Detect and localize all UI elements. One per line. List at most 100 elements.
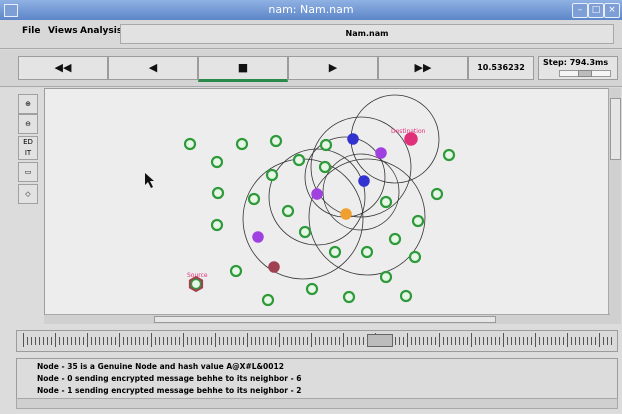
network-node[interactable] [268,261,280,273]
step-control: Step: 794.3ms [538,56,618,80]
timeline-tick [543,337,544,345]
network-node[interactable] [235,137,249,151]
filename-display: Nam.nam [120,24,614,44]
network-node[interactable] [269,134,283,148]
network-node[interactable] [292,153,306,167]
log-line: Node - 1 sending encrypted message behhe… [37,386,302,395]
step-slider-thumb[interactable] [578,70,592,77]
timeline-tick [431,337,432,345]
timeline-tick [163,337,164,345]
vertical-scroll-thumb[interactable] [610,98,621,160]
network-node[interactable] [399,289,413,303]
network-node[interactable] [305,282,319,296]
timeline-tick [299,337,300,345]
network-node[interactable] [328,245,342,259]
fast-forward-button[interactable]: ▶▶ [378,56,468,80]
select-icon[interactable]: ▭ [18,162,38,182]
horizontal-scroll-thumb[interactable] [154,316,496,323]
timeline-tick [191,337,192,345]
timeline-tick [283,337,284,345]
network-node[interactable] [388,232,402,246]
network-node[interactable] [342,290,356,304]
network-canvas[interactable]: Destination Source [44,88,612,316]
stop-button[interactable]: ■ [198,56,288,82]
timeline-tick [607,337,608,345]
network-node[interactable] [265,168,279,182]
timeline-tick [439,333,440,347]
menu-views[interactable]: Views [48,26,78,36]
network-node[interactable] [411,214,425,228]
zoom-out-icon[interactable]: ⊖ [18,114,38,134]
network-node[interactable] [210,155,224,169]
network-node[interactable] [211,186,225,200]
timeline-tick [239,337,240,345]
network-node[interactable] [311,188,323,200]
network-node[interactable] [360,245,374,259]
minimize-icon[interactable]: – [572,3,588,18]
timeline-tick [487,337,488,345]
rewind-button[interactable]: ◀◀ [18,56,108,80]
timeline-tick [119,333,120,347]
log-panel: Node - 35 is a Genuine Node and hash val… [16,358,618,400]
close-icon[interactable]: × [604,3,620,18]
timeline-tick [75,337,76,345]
play-button[interactable]: ▶ [288,56,378,80]
timeline-tick [491,337,492,345]
source-label: Source [187,272,208,279]
network-node[interactable] [408,250,422,264]
network-node[interactable] [189,277,203,291]
network-node[interactable] [247,192,261,206]
timeline-tick [175,337,176,345]
network-node[interactable] [229,264,243,278]
timeline-tick [31,337,32,345]
timeline-tick [195,337,196,345]
timeline-tick [451,337,452,345]
network-node[interactable] [281,204,295,218]
timeline-tick [539,337,540,345]
network-node[interactable] [340,208,352,220]
timeline-tick [551,337,552,345]
timeline-tick [207,337,208,345]
network-node[interactable] [347,133,359,145]
time-display: 10.536232 [468,56,534,80]
zoom-in-icon[interactable]: ⊕ [18,94,38,114]
timeline-tick [523,337,524,345]
timeline-tick [563,337,564,345]
network-node[interactable] [318,160,332,174]
network-node[interactable] [298,225,312,239]
window-menu-icon[interactable] [4,4,18,17]
network-node[interactable] [442,148,456,162]
maximize-icon[interactable]: □ [588,3,604,18]
step-slider[interactable] [559,70,611,77]
network-node[interactable] [210,218,224,232]
timeline-tick [167,337,168,345]
timeline-tick [579,337,580,345]
timeline-tick [215,333,216,347]
network-node[interactable] [375,147,387,159]
network-node[interactable] [358,175,370,187]
log-horizontal-scrollbar[interactable] [16,398,618,409]
menu-analysis[interactable]: Analysis [80,26,122,36]
network-node[interactable] [183,137,197,151]
timeline-tick [499,337,500,345]
menu-file[interactable]: File [22,26,40,36]
network-node[interactable] [252,231,264,243]
timeline-thumb[interactable] [367,334,393,347]
drag-icon[interactable]: ◇ [18,184,38,204]
timeline-tick [611,337,612,345]
timeline-tick [23,333,24,347]
timeline-tick [267,337,268,345]
network-node[interactable] [379,195,393,209]
canvas-horizontal-scrollbar[interactable] [44,314,610,324]
network-node[interactable] [379,270,393,284]
timeline-tick [79,337,80,345]
edit-icon[interactable]: ED IT [18,136,38,160]
canvas-vertical-scrollbar[interactable] [608,88,621,324]
network-node[interactable] [319,138,333,152]
timeline-slider[interactable] [16,330,618,352]
network-node[interactable] [261,293,275,307]
step-back-button[interactable]: ◀ [108,56,198,80]
timeline-tick [411,337,412,345]
network-node[interactable] [430,187,444,201]
timeline-tick [231,337,232,345]
